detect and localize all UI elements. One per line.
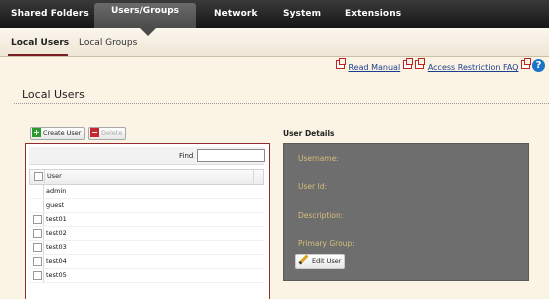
row-checkbox[interactable] bbox=[33, 215, 42, 224]
edit-user-button[interactable]: Edit User bbox=[295, 254, 346, 269]
row-checkbox[interactable] bbox=[33, 229, 42, 238]
nav-users-groups[interactable]: Users/Groups bbox=[94, 3, 196, 28]
primary-group-label: Primary Group: bbox=[298, 239, 355, 248]
user-name-cell: test03 bbox=[46, 243, 67, 251]
column-divider bbox=[43, 227, 44, 240]
users-table: User admin guest test01 test02 test03 te… bbox=[29, 169, 264, 283]
edit-user-label: Edit User bbox=[312, 257, 342, 265]
column-divider bbox=[43, 241, 44, 254]
help-icon[interactable]: ? bbox=[532, 59, 545, 72]
column-divider bbox=[43, 199, 44, 212]
external-link-icon bbox=[521, 58, 531, 69]
delete-label: Delete bbox=[101, 129, 123, 137]
pencil-icon bbox=[298, 254, 309, 265]
column-header-user[interactable]: User bbox=[47, 172, 62, 180]
user-name-cell: guest bbox=[46, 201, 65, 209]
table-row[interactable]: test02 bbox=[29, 227, 264, 241]
table-row[interactable]: guest bbox=[29, 199, 264, 213]
create-user-button[interactable]: + Create User bbox=[30, 127, 86, 140]
table-row[interactable]: test03 bbox=[29, 241, 264, 255]
read-manual-link[interactable]: Read Manual bbox=[348, 63, 400, 72]
user-name-cell: test04 bbox=[46, 257, 67, 265]
nav-network[interactable]: Network bbox=[214, 0, 258, 28]
column-divider bbox=[43, 213, 44, 226]
user-name-cell: test05 bbox=[46, 271, 67, 279]
delete-button[interactable]: − Delete bbox=[88, 127, 127, 140]
top-nav: Shared Folders Users/Groups Network Syst… bbox=[0, 0, 549, 28]
user-name-cell: test02 bbox=[46, 229, 67, 237]
users-grid: Find User admin guest test01 test02 test… bbox=[25, 143, 270, 299]
column-divider bbox=[43, 269, 44, 282]
select-all-checkbox[interactable] bbox=[34, 172, 43, 181]
active-nav-pointer-icon bbox=[140, 28, 156, 36]
row-checkbox[interactable] bbox=[33, 271, 42, 280]
create-user-label: Create User bbox=[43, 129, 82, 137]
row-checkbox[interactable] bbox=[33, 243, 42, 252]
external-link-icon bbox=[415, 58, 426, 69]
user-name-cell: admin bbox=[46, 187, 67, 195]
column-divider bbox=[43, 185, 44, 198]
external-link-icon bbox=[335, 58, 346, 69]
column-divider bbox=[44, 170, 45, 183]
nav-users-groups-label: Users/Groups bbox=[110, 6, 180, 16]
nav-extensions[interactable]: Extensions bbox=[345, 0, 401, 28]
table-row[interactable]: test05 bbox=[29, 269, 264, 283]
plus-icon: + bbox=[32, 128, 41, 137]
page-title: Local Users bbox=[22, 88, 85, 101]
column-divider bbox=[43, 255, 44, 268]
tab-local-users[interactable]: Local Users bbox=[11, 38, 69, 48]
description-label: Description: bbox=[298, 211, 344, 220]
nav-system[interactable]: System bbox=[283, 0, 321, 28]
sub-nav: Local Users Local Groups bbox=[0, 28, 549, 57]
username-label: Username: bbox=[298, 154, 339, 163]
user-name-cell: test01 bbox=[46, 215, 67, 223]
active-tab-underline bbox=[8, 54, 68, 56]
find-bar: Find bbox=[29, 147, 265, 165]
table-header: User bbox=[29, 169, 264, 185]
column-divider bbox=[253, 170, 254, 183]
table-row[interactable]: test04 bbox=[29, 255, 264, 269]
table-row[interactable]: admin bbox=[29, 185, 264, 199]
user-id-label: User Id: bbox=[298, 182, 327, 191]
table-row[interactable]: test01 bbox=[29, 213, 264, 227]
title-divider bbox=[14, 103, 549, 104]
user-details-panel: Username: User Id: Description: Primary … bbox=[283, 143, 529, 281]
page: Shared Folders Users/Groups Network Syst… bbox=[0, 0, 549, 299]
help-links: Read Manual Access Restriction FAQ ? bbox=[335, 58, 545, 80]
find-input[interactable] bbox=[197, 149, 265, 162]
nav-shared-folders[interactable]: Shared Folders bbox=[11, 0, 89, 28]
find-label: Find bbox=[179, 152, 194, 160]
external-link-icon bbox=[402, 58, 413, 69]
tab-local-groups[interactable]: Local Groups bbox=[79, 38, 137, 48]
minus-icon: − bbox=[90, 128, 99, 137]
row-checkbox[interactable] bbox=[33, 257, 42, 266]
access-restriction-faq-link[interactable]: Access Restriction FAQ bbox=[428, 63, 519, 72]
user-details-title: User Details bbox=[283, 129, 335, 138]
